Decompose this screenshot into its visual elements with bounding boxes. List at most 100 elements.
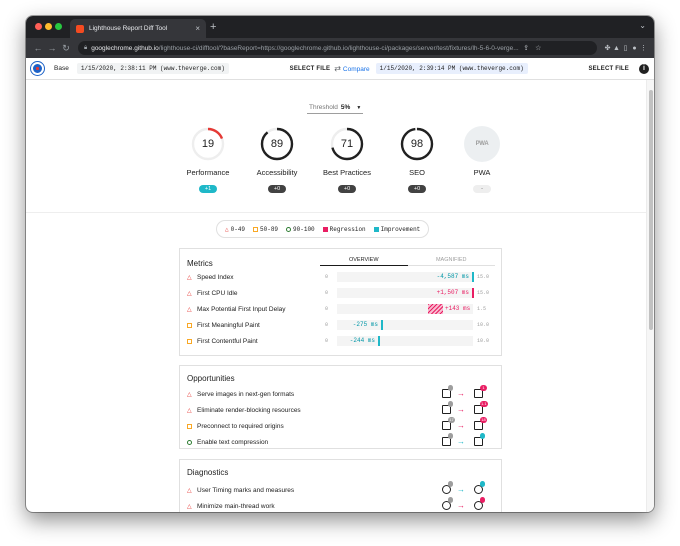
reload-icon[interactable]: ↻ xyxy=(60,43,72,54)
select-compare-file-button[interactable]: SELECT FILE xyxy=(588,66,629,72)
audit-row[interactable]: Preconnect to required origins 17 → 18 xyxy=(187,417,500,432)
score-gauges: 19 Performance +1 89 Accessibility +0 71 Best P… xyxy=(26,126,646,198)
close-window-button[interactable] xyxy=(35,23,42,30)
audit-row[interactable]: Enable text compression → xyxy=(187,433,500,448)
metric-diff-track: -244 ms xyxy=(337,336,473,346)
info-icon[interactable]: i xyxy=(639,63,650,74)
minimize-window-button[interactable] xyxy=(45,23,52,30)
tab-bar: Lighthouse Report Diff Tool × + ⌄ xyxy=(26,16,654,38)
forward-icon[interactable]: → xyxy=(46,43,58,53)
gauge-accessibility[interactable]: 89 Accessibility +0 xyxy=(242,126,312,195)
gauge-performance[interactable]: 19 Performance +1 xyxy=(173,126,243,195)
metric-name: First CPU Idle xyxy=(197,289,238,297)
score-value: 89 xyxy=(270,138,284,150)
legend-pass: 90-100 xyxy=(293,225,315,233)
tab-magnified[interactable]: MAGNIFIED xyxy=(407,255,495,266)
profile-icon[interactable]: ● xyxy=(630,45,639,52)
metric-delta: -275 ms xyxy=(352,321,378,328)
compare-count-badge xyxy=(480,481,485,487)
lighthouse-extension-icon[interactable]: ▲ xyxy=(612,45,621,52)
metric-row[interactable]: First Contentful Paint 0 -244 ms 10.0 xyxy=(187,335,497,347)
score-ring: 71 xyxy=(329,126,365,162)
metric-axis-max: 15.0 xyxy=(477,290,490,296)
gauge-seo[interactable]: 98 SEO +0 xyxy=(382,126,452,195)
arrow-right-icon: → xyxy=(457,421,465,430)
average-square-icon xyxy=(187,322,192,328)
compare-count-badge: 1.1 xyxy=(480,401,488,407)
gauge-label: Accessibility xyxy=(256,168,298,177)
metric-row[interactable]: △ Max Potential First Input Delay 0 +143 ms… xyxy=(187,303,497,315)
metrics-title: Metrics xyxy=(187,259,213,268)
tab-overview[interactable]: OVERVIEW xyxy=(320,255,408,266)
more-menu-icon[interactable]: ⋮ xyxy=(639,44,648,52)
legend: △ 0-49 50-89 90-100 Regression Improvemen… xyxy=(216,220,430,238)
metric-row[interactable]: First Meaningful Paint 0 -275 ms 10.0 xyxy=(187,319,497,331)
threshold-value: 5% xyxy=(340,104,351,111)
improvement-swatch xyxy=(373,226,379,232)
base-run-label: 1/15/2020, 2:38:11 PM (www.theverge.com) xyxy=(76,63,229,74)
audit-row[interactable]: △ Eliminate render-blocking resources → 1.1 xyxy=(187,401,497,416)
base-count-badge xyxy=(448,497,453,503)
metric-row[interactable]: △ First CPU Idle 0 +1,507 ms 15.0 xyxy=(187,287,497,299)
chevron-down-icon: ▼ xyxy=(356,104,362,111)
audit-row[interactable]: △ Serve images in next-gen formats → 1 xyxy=(187,385,500,400)
scrollbar-thumb[interactable] xyxy=(649,90,653,330)
metric-name: First Contentful Paint xyxy=(197,337,258,345)
lock-icon[interactable]: 🔒︎ xyxy=(84,45,87,52)
score-value: 98 xyxy=(410,138,424,150)
select-base-file-button[interactable]: SELECT FILE xyxy=(290,66,331,72)
score-delta-badge: +0 xyxy=(268,185,286,193)
gauge-pwa[interactable]: PWA PWA - xyxy=(447,126,517,195)
pass-circle-icon xyxy=(187,439,192,445)
metric-axis-max: 1.5 xyxy=(477,306,487,312)
threshold-select[interactable]: Threshold 5% ▼ xyxy=(307,104,364,114)
maximize-window-button[interactable] xyxy=(55,23,62,30)
metric-name: First Meaningful Paint xyxy=(197,321,260,329)
page-scrollbar[interactable] xyxy=(646,80,654,512)
audit-diff-icons: → 1 xyxy=(440,385,500,400)
score-ring: 19 xyxy=(190,126,226,162)
opportunities-title: Opportunities xyxy=(187,374,235,383)
audit-row[interactable]: △ User Timing marks and measures → xyxy=(187,481,497,496)
compare-count-badge xyxy=(480,497,485,503)
tab-close-icon[interactable]: × xyxy=(195,24,200,33)
arrow-right-icon: → xyxy=(457,437,465,446)
address-bar[interactable]: 🔒︎ googlechrome.github.io /lighthouse-ci… xyxy=(78,41,597,55)
metric-delta: +143 ms xyxy=(445,305,471,312)
side-panel-icon[interactable]: ▯ xyxy=(621,44,630,52)
metric-axis-min: 0 xyxy=(325,322,329,328)
new-tab-button[interactable]: + xyxy=(210,20,216,34)
report-content: Threshold 5% ▼ 19 Performance +1 89 Accessib… xyxy=(26,102,646,512)
back-icon[interactable]: ← xyxy=(32,43,44,53)
browser-tab[interactable]: Lighthouse Report Diff Tool × xyxy=(70,19,206,38)
legend-regression: Regression xyxy=(329,225,366,233)
opportunities-card: Opportunities △ Serve images in next-gen … xyxy=(179,365,502,449)
audit-diff-icons: 17 → 18 xyxy=(440,417,500,432)
regression-bar xyxy=(472,288,474,298)
audit-diff-icons: → xyxy=(440,433,500,448)
lighthouse-favicon-icon xyxy=(76,24,84,33)
metric-axis-min: 0 xyxy=(325,338,329,344)
swap-compare-button[interactable]: ⇄ Compare xyxy=(334,64,369,73)
fail-triangle-icon: △ xyxy=(187,290,192,297)
metric-axis-max: 10.0 xyxy=(477,338,490,344)
metrics-card: Metrics OVERVIEW MAGNIFIED △ Speed Index 0… xyxy=(179,248,502,356)
audit-row[interactable]: △ Minimize main-thread work → xyxy=(187,497,497,512)
metric-diff-track: +1,507 ms xyxy=(337,288,474,298)
bookmark-star-icon[interactable]: ☆ xyxy=(534,44,543,52)
average-square-icon xyxy=(253,226,259,232)
compare-run-label: 1/15/2020, 2:39:14 PM (www.theverge.com) xyxy=(375,63,528,74)
base-count-badge xyxy=(448,401,453,407)
gauge-best-practices[interactable]: 71 Best Practices +0 xyxy=(312,126,382,195)
metric-row[interactable]: △ Speed Index 0 -4,587 ms 15.0 xyxy=(187,271,497,283)
metric-diff-track: -275 ms xyxy=(337,320,473,330)
share-icon[interactable]: ⇪ xyxy=(522,44,531,52)
gauge-label: Performance xyxy=(186,168,230,177)
legend-improvement: Improvement xyxy=(380,225,421,233)
legend-fail: 0-49 xyxy=(230,225,246,233)
extensions-icon[interactable]: ✤ xyxy=(603,44,612,52)
tab-search-icon[interactable]: ⌄ xyxy=(639,21,646,30)
fail-triangle-icon: △ xyxy=(187,391,192,398)
pass-circle-icon xyxy=(286,226,292,232)
score-value: 71 xyxy=(340,138,354,150)
